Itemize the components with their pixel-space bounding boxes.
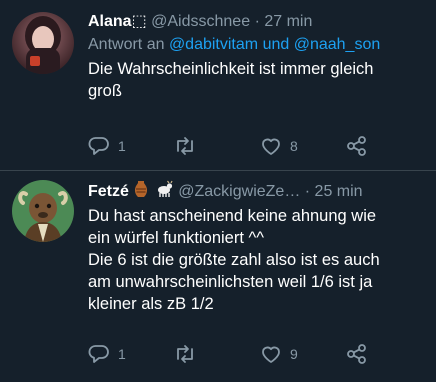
handle[interactable]: @Aidsschnee: [151, 13, 250, 30]
timestamp[interactable]: 27 min: [264, 13, 312, 30]
share-button[interactable]: [346, 344, 368, 364]
goat-icon: [157, 180, 173, 197]
heart-icon: [262, 346, 280, 363]
reply-count: 1: [118, 138, 126, 154]
reply-prefix: Antwort an: [88, 36, 165, 53]
avatar-image: [12, 180, 74, 242]
display-name[interactable]: Fetzé: [88, 183, 129, 200]
reply-context: Antwort an @dabitvitam und @naah_son: [88, 34, 428, 56]
display-name[interactable]: Alana⬚: [88, 13, 147, 30]
mention-link[interactable]: @dabitvitam: [169, 36, 258, 53]
share-button[interactable]: [346, 136, 368, 156]
reply-icon: [88, 345, 109, 363]
amphora-icon: [135, 181, 148, 197]
like-button[interactable]: 9: [260, 344, 298, 364]
retweet-button[interactable]: [173, 344, 205, 364]
avatar-image: [12, 12, 74, 74]
reply-and: und: [262, 36, 290, 53]
tweet-header: Alana⬚ @Aidsschnee · 27 min: [88, 12, 428, 32]
retweet-icon: [177, 345, 193, 363]
like-button[interactable]: 8: [260, 136, 298, 156]
tweet-header: Fetzé @ZackigwieZe… · 25 min: [88, 180, 428, 202]
avatar[interactable]: [12, 12, 74, 74]
retweet-icon: [177, 137, 193, 155]
avatar[interactable]: [12, 180, 74, 242]
reply-count: 1: [118, 346, 126, 362]
handle[interactable]: @ZackigwieZe…: [178, 183, 300, 200]
reply-button[interactable]: 1: [88, 344, 126, 364]
tweet[interactable]: Fetzé @ZackigwieZe… · 25 min Du hast ans…: [0, 171, 436, 382]
heart-icon: [262, 138, 280, 155]
separator: ·: [304, 183, 311, 200]
separator: ·: [254, 13, 260, 30]
tweet-text: Du hast anscheinend keine ahnung wie ein…: [88, 207, 380, 313]
timestamp[interactable]: 25 min: [315, 183, 363, 200]
mention-link[interactable]: @naah_son: [294, 36, 381, 53]
like-count: 8: [290, 138, 298, 154]
reply-icon: [88, 137, 109, 155]
tweet-actions: 1 9: [88, 344, 428, 366]
share-icon: [347, 344, 366, 364]
tweet[interactable]: Alana⬚ @Aidsschnee · 27 min Antwort an @…: [0, 0, 436, 178]
reply-button[interactable]: 1: [88, 136, 126, 156]
share-icon: [347, 136, 366, 156]
like-count: 9: [290, 346, 298, 362]
tweet-text: Die Wahrscheinlichkeit ist immer gleich …: [88, 60, 374, 100]
tweet-actions: 1 8: [88, 136, 428, 158]
retweet-button[interactable]: [173, 136, 205, 156]
